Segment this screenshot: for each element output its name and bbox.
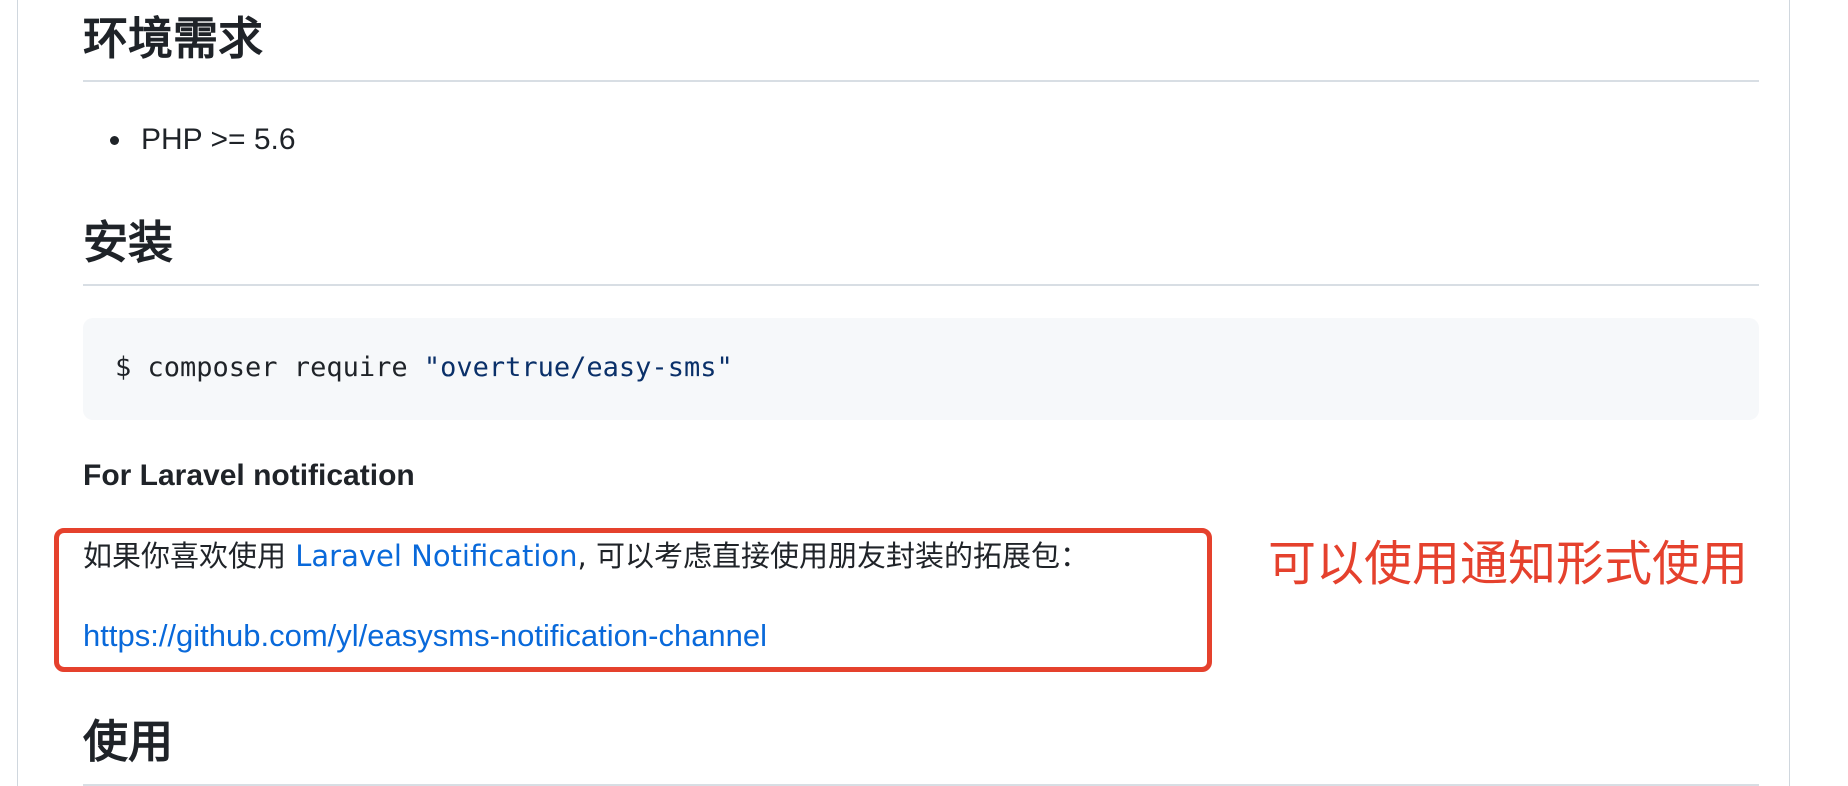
bullet-icon bbox=[110, 135, 119, 145]
annotation-highlight-box bbox=[54, 528, 1212, 672]
heading-laravel-notification: For Laravel notification bbox=[83, 459, 415, 492]
code-command: $ composer require bbox=[115, 352, 424, 383]
heading-divider bbox=[83, 284, 1759, 286]
heading-usage: 使用 bbox=[83, 715, 174, 768]
heading-divider bbox=[83, 80, 1759, 82]
heading-installation: 安装 bbox=[83, 216, 174, 269]
list-item-text: PHP >= 5.6 bbox=[141, 123, 296, 156]
heading-requirements: 环境需求 bbox=[83, 12, 264, 65]
list-item: PHP >= 5.6 bbox=[110, 123, 296, 157]
code-block[interactable]: $ composer require "overtrue/easy-sms" bbox=[83, 318, 1759, 420]
annotation-text: 可以使用通知形式使用 bbox=[1268, 536, 1749, 592]
code-line: $ composer require "overtrue/easy-sms" bbox=[115, 351, 733, 385]
code-string: "overtrue/easy-sms" bbox=[423, 352, 733, 383]
